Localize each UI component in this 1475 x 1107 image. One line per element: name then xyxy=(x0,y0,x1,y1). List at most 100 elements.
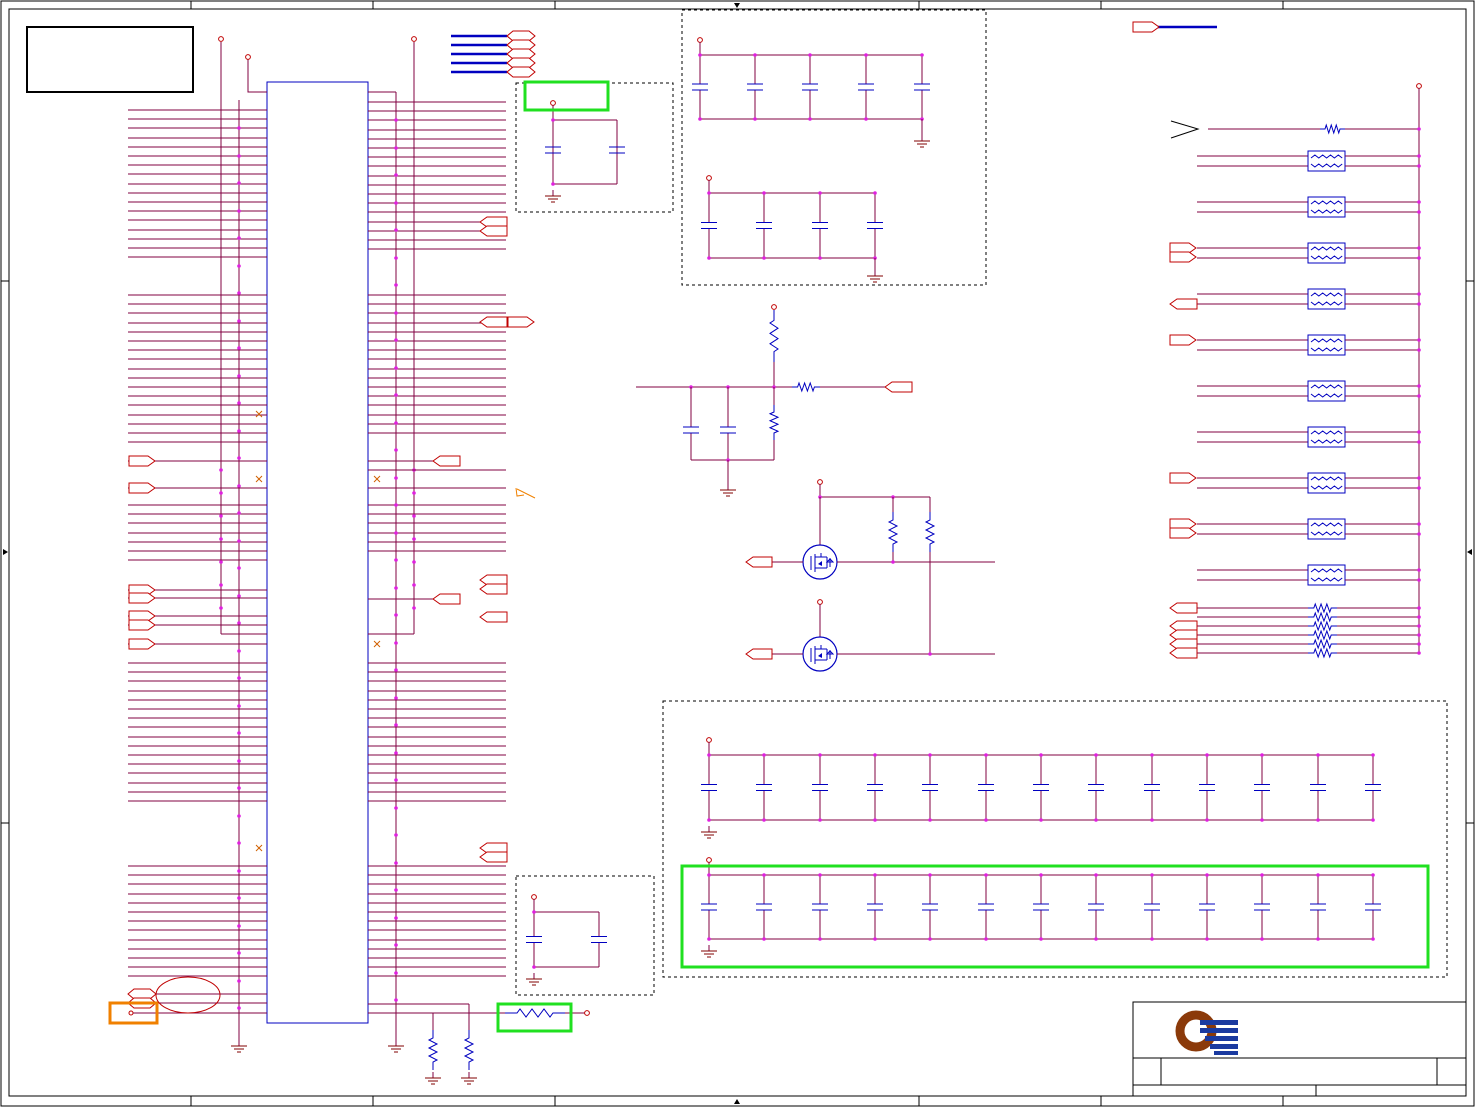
capacitor-icon xyxy=(1365,755,1381,820)
probe-arrow-icon xyxy=(1170,120,1200,139)
offpage-port-icon xyxy=(1169,602,1198,614)
junction-dot xyxy=(394,751,398,755)
ground-icon xyxy=(701,945,717,958)
offpage-port-icon xyxy=(479,851,508,863)
capacitor-icon xyxy=(683,410,699,450)
offpage-port-icon xyxy=(128,455,156,467)
junction-dot xyxy=(394,228,398,232)
no-connect-icon xyxy=(373,475,381,483)
junction-dot xyxy=(237,401,241,405)
junction-dot xyxy=(394,668,398,672)
junction-dot xyxy=(412,583,416,587)
junction-dot xyxy=(1417,384,1421,388)
junction-dot xyxy=(1417,338,1421,342)
junction-dot xyxy=(1150,753,1154,757)
dashed-groups xyxy=(515,9,1448,996)
junction-dot xyxy=(1417,606,1421,610)
junction-dot xyxy=(984,873,988,877)
offpage-port-icon xyxy=(1169,472,1197,484)
offpage-port-icon xyxy=(745,556,773,568)
junction-dot xyxy=(237,346,241,350)
sheet-inner-border xyxy=(8,8,1467,1097)
junction-dot xyxy=(394,861,398,865)
offpage-port-icon xyxy=(507,316,535,328)
ground-icon xyxy=(720,484,736,497)
junction-dot xyxy=(237,126,241,130)
junction-dot xyxy=(237,511,241,515)
junction-dot xyxy=(1417,394,1421,398)
junction-dot xyxy=(1417,200,1421,204)
no-connect-icon xyxy=(255,410,263,418)
connector-body xyxy=(266,81,369,1024)
junction-dot xyxy=(1260,753,1264,757)
junction-dot xyxy=(237,676,241,680)
resistor-array-icon xyxy=(1307,196,1346,218)
junction-dot xyxy=(864,53,868,57)
junction-dot xyxy=(551,182,555,186)
resistor-icon xyxy=(1308,647,1337,659)
capacitor-icon xyxy=(1088,755,1104,820)
resistor-icon xyxy=(924,512,936,552)
junction-dot xyxy=(1316,937,1320,941)
capacitor-icon xyxy=(922,875,938,939)
junction-dot xyxy=(394,586,398,590)
junction-dot xyxy=(219,560,223,564)
power-pin-icon xyxy=(706,175,712,181)
offpage-port-icon xyxy=(1169,251,1197,263)
capacitor-icon xyxy=(701,193,717,258)
test-point-icon xyxy=(128,1010,134,1016)
junction-dot xyxy=(237,236,241,240)
junction-dot xyxy=(928,937,932,941)
junction-dot xyxy=(237,786,241,790)
offpage-port-icon xyxy=(128,482,156,494)
resistor-icon xyxy=(463,1030,475,1070)
junction-dot xyxy=(1417,246,1421,250)
power-pin-icon xyxy=(771,304,777,310)
resistor-icon xyxy=(887,512,899,552)
resistor-icon xyxy=(1308,611,1337,623)
junction-dot xyxy=(237,896,241,900)
power-pin-icon xyxy=(817,599,823,605)
junction-dot xyxy=(237,291,241,295)
offpage-port-icon xyxy=(1169,647,1198,659)
junction-dot xyxy=(237,621,241,625)
junction-dot xyxy=(394,173,398,177)
junction-dot xyxy=(1417,127,1421,131)
capacitor-icon xyxy=(701,875,717,939)
capacitor-icon xyxy=(692,55,708,119)
junction-dot xyxy=(891,560,895,564)
resistor-array-icon xyxy=(1307,564,1346,586)
capacitor-icon xyxy=(591,912,607,967)
capacitor-icon xyxy=(802,55,818,119)
power-pin-icon xyxy=(706,737,712,743)
junction-dot xyxy=(1260,873,1264,877)
junction-dot xyxy=(237,1006,241,1010)
capacitor-icon xyxy=(867,193,883,258)
junction-dot xyxy=(394,283,398,287)
junction-dot xyxy=(1417,476,1421,480)
resistor-array-icon xyxy=(1307,472,1346,494)
junction-dot xyxy=(394,723,398,727)
capacitor-icon xyxy=(812,193,828,258)
junction-dot xyxy=(532,910,536,914)
junction-dot xyxy=(219,491,223,495)
junction-dot xyxy=(762,873,766,877)
capacitor-icon xyxy=(812,875,828,939)
junction-dot xyxy=(762,256,766,260)
company-logo-icon xyxy=(1175,1010,1238,1055)
junction-dot xyxy=(237,759,241,763)
junction-dot xyxy=(1417,256,1421,260)
junction-dot xyxy=(1260,937,1264,941)
junction-dot xyxy=(237,456,241,460)
junction-dot xyxy=(1316,818,1320,822)
junction-dot xyxy=(237,814,241,818)
junction-dot xyxy=(394,311,398,315)
offpage-port-icon xyxy=(745,648,773,660)
junction-dot xyxy=(1417,302,1421,306)
junction-dot xyxy=(873,191,877,195)
capacitor-icon xyxy=(1310,875,1326,939)
offpage-port-icon xyxy=(479,611,508,623)
junction-dot xyxy=(1205,873,1209,877)
junction-dot xyxy=(1094,873,1098,877)
junction-dot xyxy=(1417,568,1421,572)
